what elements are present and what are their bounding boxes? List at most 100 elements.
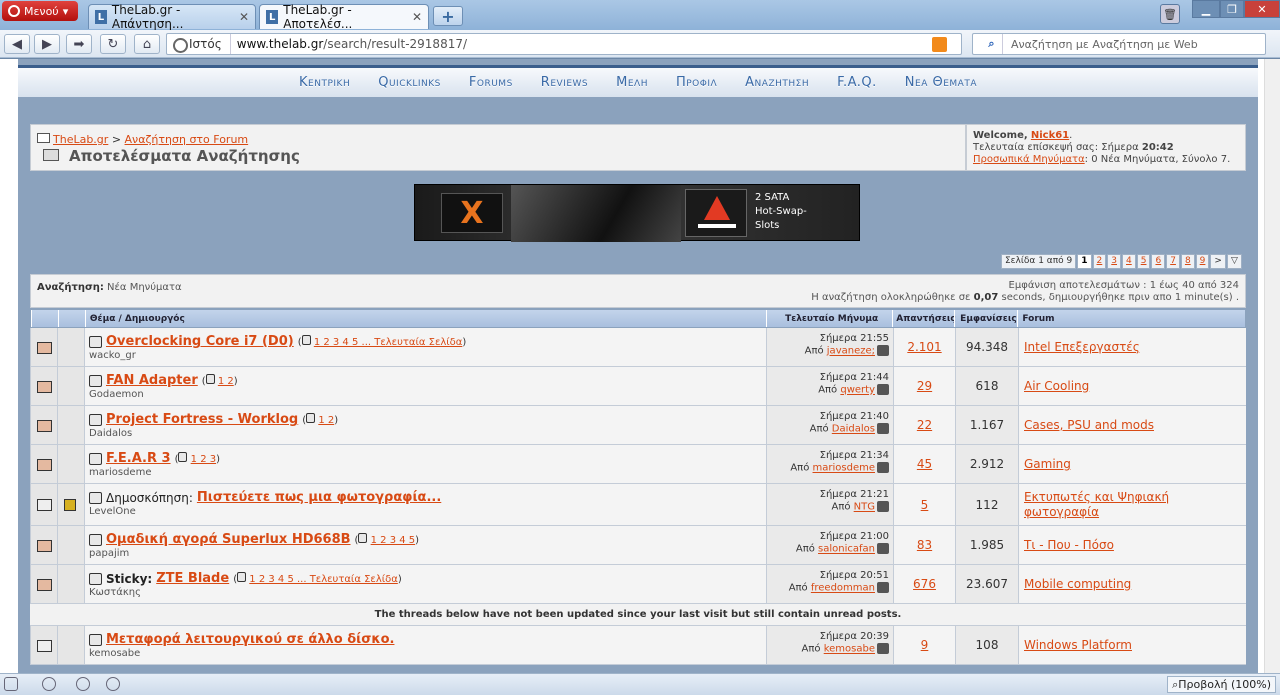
go-to-last-post-icon[interactable] — [877, 582, 889, 593]
thread-title-link[interactable]: Ομαδική αγορά Superlux HD668B — [106, 532, 351, 547]
zoom-control[interactable]: ⌕ Προβολή (100%) — [1167, 676, 1276, 693]
last-poster-link[interactable]: mariosdeme — [813, 463, 875, 474]
thread-author[interactable]: papajim — [89, 548, 762, 559]
thread-title-link[interactable]: Πιστεύετε πως μια φωτογραφία... — [197, 490, 441, 505]
thread-title-link[interactable]: ZTE Blade — [156, 571, 229, 586]
vertical-scrollbar[interactable] — [1264, 59, 1280, 673]
fast-forward-button[interactable]: ➡ — [66, 34, 92, 54]
page-link[interactable]: 9 — [1195, 254, 1210, 269]
close-icon[interactable]: ✕ — [239, 10, 249, 24]
panel-toggle-icon[interactable] — [4, 677, 18, 691]
thread-author[interactable]: LevelOne — [89, 506, 762, 517]
advertisement-banner[interactable]: X 2 SATA Hot-Swap- Slots — [414, 184, 860, 242]
nav-new-threads[interactable]: Νεα Θεματα — [905, 75, 977, 90]
last-poster-link[interactable]: freedomman — [811, 583, 875, 594]
page-link[interactable]: 1 — [1077, 254, 1092, 269]
private-messages-link[interactable]: Προσωπικά Μηνύματα — [973, 154, 1085, 165]
go-to-last-post-icon[interactable] — [877, 345, 889, 356]
page-menu-icon[interactable]: ▽ — [1226, 254, 1242, 269]
nav-forums[interactable]: Forums — [469, 75, 513, 90]
nav-reviews[interactable]: Reviews — [541, 75, 588, 90]
forum-link[interactable]: Gaming — [1024, 457, 1071, 471]
rss-icon[interactable] — [932, 37, 947, 52]
replies-link[interactable]: 29 — [917, 379, 932, 393]
header-forum[interactable]: Forum — [1017, 310, 1245, 327]
nav-profile[interactable]: Προφιλ — [676, 75, 717, 90]
user-link[interactable]: Nick61 — [1031, 130, 1069, 141]
forum-link[interactable]: Τι - Που - Πόσο — [1024, 538, 1114, 552]
replies-link[interactable]: 83 — [917, 538, 932, 552]
forward-button[interactable]: ▶ — [34, 34, 60, 54]
breadcrumb-section-link[interactable]: Αναζήτηση στο Forum — [125, 133, 249, 146]
page-link[interactable]: 7 — [1166, 254, 1180, 269]
last-poster-link[interactable]: qwerty — [840, 385, 875, 396]
page-link[interactable]: 4 — [1122, 254, 1136, 269]
thread-title-link[interactable]: F.E.A.R 3 — [106, 451, 171, 466]
opera-menu-button[interactable]: Μενού ▾ — [2, 1, 78, 21]
replies-link[interactable]: 5 — [921, 498, 929, 512]
unite-icon[interactable] — [76, 677, 90, 691]
thread-title-link[interactable]: FAN Adapter — [106, 373, 198, 388]
last-poster-link[interactable]: salonicafan — [818, 544, 875, 555]
search-engine-icon[interactable]: ⌕ — [973, 34, 1003, 54]
page-link[interactable]: 8 — [1180, 254, 1195, 269]
breadcrumb-site-link[interactable]: TheLab.gr — [53, 133, 108, 146]
go-to-last-post-icon[interactable] — [877, 501, 889, 512]
replies-link[interactable]: 676 — [913, 577, 936, 591]
forum-link[interactable]: Air Cooling — [1024, 379, 1089, 393]
replies-link[interactable]: 22 — [917, 418, 932, 432]
header-replies[interactable]: Απαντήσεις — [892, 310, 956, 327]
new-tab-button[interactable]: + — [433, 6, 463, 26]
tab-results[interactable]: L TheLab.gr - Αποτελέσ... ✕ — [259, 3, 429, 31]
thread-title-link[interactable]: Project Fortress - Worklog — [106, 412, 298, 427]
page-link[interactable]: 2 — [1092, 254, 1107, 269]
replies-link[interactable]: 2.101 — [907, 340, 941, 354]
thread-author[interactable]: mariosdeme — [89, 467, 762, 478]
thread-title-link[interactable]: Μεταφορά λειτουργικού σε άλλο δίσκο. — [106, 632, 394, 647]
page-link[interactable]: 3 — [1107, 254, 1121, 269]
header-topic[interactable]: Θέμα / Δημιουργός — [84, 310, 766, 327]
minimize-button[interactable]: ▁ — [1192, 0, 1220, 18]
home-button[interactable]: ⌂ — [134, 34, 160, 54]
forum-link[interactable]: Intel Επεξεργαστές — [1024, 340, 1140, 354]
search-field[interactable]: ⌕ Αναζήτηση με Αναζήτηση με Web — [972, 33, 1266, 55]
forum-link[interactable]: Εκτυπωτές και Ψηφιακή φωτογραφία — [1024, 490, 1169, 519]
last-poster-link[interactable]: kemosabe — [824, 644, 875, 655]
address-bar[interactable]: Ιστός www.thelab.gr/search/result-291881… — [166, 33, 962, 55]
maximize-button[interactable]: ❐ — [1220, 0, 1244, 18]
go-to-last-post-icon[interactable] — [877, 543, 889, 554]
thread-author[interactable]: wacko_gr — [89, 350, 762, 361]
next-page-button[interactable]: > — [1210, 254, 1226, 269]
close-window-button[interactable]: ✕ — [1244, 0, 1280, 18]
page-link[interactable]: 5 — [1136, 254, 1151, 269]
go-to-last-post-icon[interactable] — [877, 643, 889, 654]
page-link[interactable]: 6 — [1151, 254, 1166, 269]
reload-button[interactable]: ↻ — [100, 34, 126, 54]
nav-members[interactable]: Μελη — [616, 75, 648, 90]
thread-author[interactable]: Κωστάκης — [89, 587, 762, 598]
thread-author[interactable]: Daidalos — [89, 428, 762, 439]
forum-link[interactable]: Cases, PSU and mods — [1024, 418, 1154, 432]
nav-faq[interactable]: F.A.Q. — [837, 75, 877, 90]
turbo-icon[interactable] — [106, 677, 120, 691]
replies-link[interactable]: 45 — [917, 457, 932, 471]
nav-quicklinks[interactable]: Quicklinks — [378, 75, 441, 90]
sync-icon[interactable] — [42, 677, 56, 691]
trash-icon[interactable]: 🗑 — [1160, 4, 1180, 24]
tab-reply[interactable]: L TheLab.gr - Απάντηση... ✕ — [88, 3, 256, 31]
replies-link[interactable]: 9 — [921, 638, 929, 652]
forum-link[interactable]: Mobile computing — [1024, 577, 1131, 591]
go-to-last-post-icon[interactable] — [877, 462, 889, 473]
go-to-last-post-icon[interactable] — [877, 423, 889, 434]
forum-link[interactable]: Windows Platform — [1024, 638, 1132, 652]
thread-author[interactable]: kemosabe — [89, 648, 762, 659]
back-button[interactable]: ◀ — [4, 34, 30, 54]
close-icon[interactable]: ✕ — [412, 10, 422, 24]
nav-search[interactable]: Αναζητηση — [745, 75, 809, 90]
nav-home[interactable]: Κεντρικη — [299, 75, 350, 90]
header-last-post[interactable]: Τελευταίο Μήνυμα — [765, 310, 893, 327]
last-poster-link[interactable]: NTG — [854, 502, 875, 513]
thread-title-link[interactable]: Overclocking Core i7 (D0) — [106, 334, 294, 349]
last-poster-link[interactable]: Daidalos — [832, 424, 875, 435]
thread-author[interactable]: Godaemon — [89, 389, 762, 400]
